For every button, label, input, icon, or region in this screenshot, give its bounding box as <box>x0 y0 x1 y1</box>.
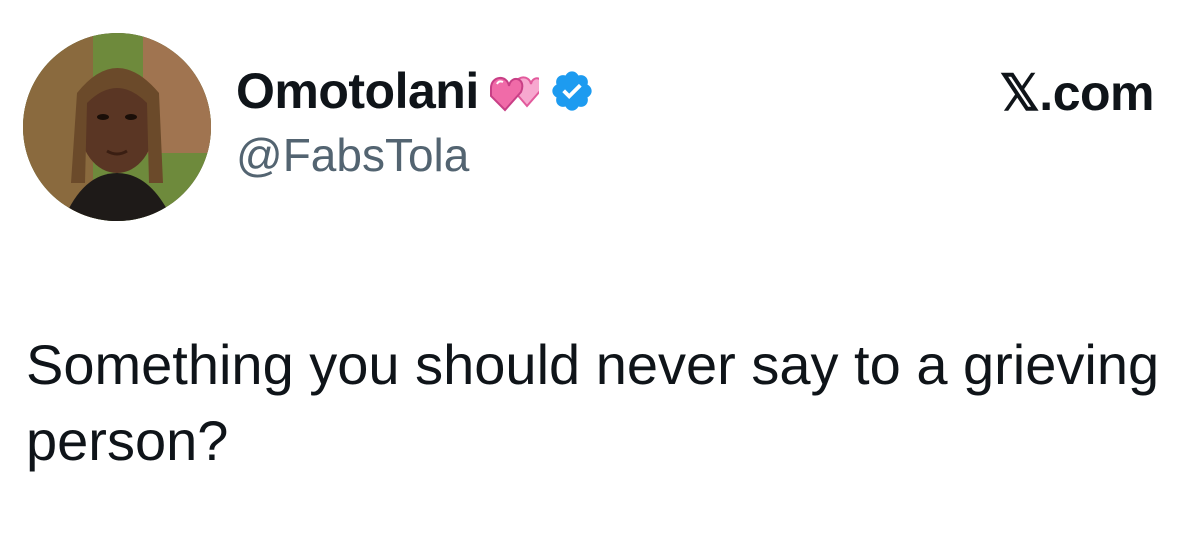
tweet-body-text: Something you should never say to a grie… <box>26 333 1160 472</box>
author-handle[interactable]: @FabsTola <box>236 132 595 178</box>
avatar-image <box>23 33 211 221</box>
author-display-name[interactable]: Omotolani <box>236 66 479 116</box>
verified-badge-icon[interactable] <box>549 68 595 114</box>
x-com-brand-label: 𝕏.com <box>999 65 1155 121</box>
author-name-row: Omotolani <box>236 60 595 122</box>
revolving-hearts-icon <box>489 76 539 112</box>
author-block: Omotolani @FabsTola <box>236 60 595 178</box>
profile-avatar[interactable] <box>23 33 211 221</box>
